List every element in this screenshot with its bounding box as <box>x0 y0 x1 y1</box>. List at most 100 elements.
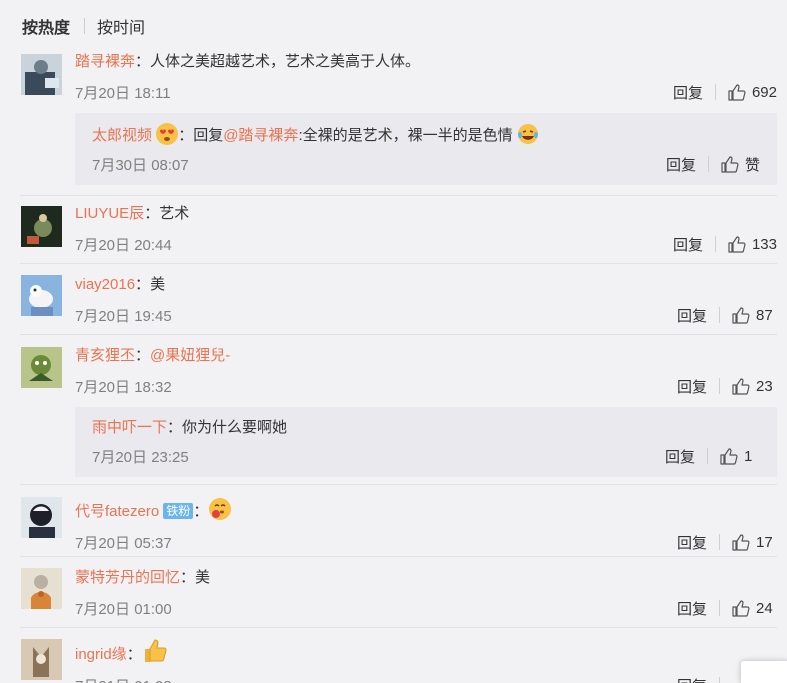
sub-reply-username[interactable]: 雨中吓一下 <box>92 419 167 436</box>
separator: ： <box>135 347 151 364</box>
reply-button[interactable]: 回复 <box>666 154 696 175</box>
kiss-face-emoji-icon <box>208 497 232 521</box>
sort-by-time-tab[interactable]: 按时间 <box>97 14 145 38</box>
separator: ： <box>144 205 160 222</box>
comment-username[interactable]: LIUYUE辰 <box>75 205 144 222</box>
avatar[interactable] <box>21 497 62 538</box>
reply-button[interactable]: 回复 <box>677 305 707 326</box>
comment-content: ingrid缘： <box>75 638 777 666</box>
sub-reply-username[interactable]: 太郎视频 <box>92 127 152 144</box>
thumbs-up-icon <box>721 155 739 173</box>
like-button[interactable]: 1 <box>720 448 760 465</box>
separator: ： <box>193 503 209 520</box>
mention-link[interactable]: @果妞狸兒- <box>150 347 230 364</box>
avatar[interactable] <box>21 206 62 247</box>
reply-button[interactable]: 回复 <box>665 446 695 467</box>
avatar[interactable] <box>21 347 62 388</box>
reply-button[interactable]: 回复 <box>677 376 707 397</box>
reply-button[interactable]: 回复 <box>677 598 707 619</box>
sort-divider <box>84 18 86 34</box>
sub-reply: 雨中吓一下：你为什么要啊她 7月20日 23:25 回复 1 <box>75 407 777 477</box>
mention-link[interactable]: @踏寻裸奔 <box>223 127 298 144</box>
action-divider <box>719 600 720 616</box>
like-button[interactable]: 赞 <box>721 154 760 175</box>
comment-username[interactable]: 踏寻裸奔 <box>75 53 135 70</box>
avatar[interactable] <box>21 639 62 680</box>
comment-time: 7月20日 20:44 <box>75 236 172 254</box>
like-count: 1 <box>744 447 753 465</box>
action-divider <box>719 677 720 683</box>
comment-time: 7月20日 18:32 <box>75 378 172 396</box>
floating-widget-button[interactable] <box>741 661 787 683</box>
comment-time: 7月20日 19:45 <box>75 307 172 325</box>
comment-username[interactable]: ingrid缘 <box>75 646 127 663</box>
like-button[interactable]: 87 <box>732 307 777 324</box>
comment-time: 7月20日 05:37 <box>75 534 172 552</box>
action-divider <box>707 156 709 172</box>
comment-username[interactable]: 代号fatezero <box>75 503 159 520</box>
comment-item: 蒙特芳丹的回忆：美 7月20日 01:00 回复 24 <box>20 557 777 628</box>
reply-prefix: ：回复 <box>178 127 224 144</box>
sort-bar: 按热度 按时间 <box>22 14 145 38</box>
like-count: 692 <box>751 83 777 101</box>
thumbs-up-icon <box>728 83 746 101</box>
separator: ： <box>135 276 151 293</box>
sort-by-hot-tab[interactable]: 按热度 <box>22 14 70 38</box>
sub-reply-content: 雨中吓一下：你为什么要啊她 <box>92 417 760 439</box>
avatar[interactable] <box>21 275 62 316</box>
comment-text: 人体之美超越艺术，艺术之美高于人体。 <box>150 53 421 70</box>
separator: ： <box>126 646 142 663</box>
separator: ： <box>135 53 151 70</box>
comment-time: 7月20日 18:11 <box>75 84 171 102</box>
thumbs-up-icon <box>732 377 750 395</box>
thumbs-up-icon <box>732 533 750 551</box>
like-button[interactable]: 23 <box>732 378 777 395</box>
thumbs-up-icon <box>720 447 738 465</box>
avatar[interactable] <box>21 568 62 609</box>
like-button[interactable]: 133 <box>728 236 777 253</box>
like-button[interactable]: 692 <box>728 84 777 101</box>
separator: ： <box>167 419 183 436</box>
like-count: 87 <box>756 306 773 324</box>
comment-content: 蒙特芳丹的回忆：美 <box>75 567 777 589</box>
comment-username[interactable]: 蒙特芳丹的回忆 <box>75 569 180 586</box>
comment-time: 7月21日 01:08 <box>75 675 172 683</box>
comment-list: 踏寻裸奔：人体之美超越艺术，艺术之美高于人体。 7月20日 18:11 回复 6… <box>20 44 777 683</box>
comment-time: 7月20日 01:00 <box>75 600 172 618</box>
comment-item: LIUYUE辰：艺术 7月20日 20:44 回复 133 <box>20 196 777 264</box>
like-count: 24 <box>756 599 773 617</box>
comment-item: 青亥狸丕：@果妞狸兒- 7月20日 18:32 回复 23 雨中吓一下：你为什么… <box>20 335 777 485</box>
comment-text: 美 <box>150 276 166 293</box>
comment-text: 艺术 <box>159 205 190 222</box>
laughing-tears-emoji-icon <box>517 123 539 145</box>
comment-item: 代号fatezero 铁粉： 7月20日 05:37 回复 17 <box>20 485 777 557</box>
like-count: 17 <box>756 533 773 551</box>
sub-reply-text: 你为什么要啊她 <box>182 419 288 436</box>
action-divider <box>714 84 716 100</box>
comment-username[interactable]: 青亥狸丕 <box>75 347 135 364</box>
like-button[interactable]: 24 <box>732 600 777 617</box>
sub-reply-content: 太郎视频 ：回复@踏寻裸奔:全裸的是艺术，裸一半的是色情 <box>92 123 760 147</box>
thumbs-up-emoji-icon <box>142 638 168 664</box>
fan-badge: 铁粉 <box>163 503 194 519</box>
sub-reply-time: 7月20日 23:25 <box>92 448 189 466</box>
comment-username[interactable]: viay2016 <box>75 276 135 293</box>
love-face-emoji-icon <box>156 123 179 145</box>
sub-reply-time: 7月30日 08:07 <box>92 156 189 174</box>
like-count: 133 <box>751 235 777 253</box>
separator: ： <box>180 569 196 586</box>
avatar[interactable] <box>21 54 62 95</box>
reply-button[interactable]: 回复 <box>673 82 703 103</box>
thumbs-up-icon <box>732 306 750 324</box>
like-button[interactable]: 17 <box>732 534 777 551</box>
comment-content: 踏寻裸奔：人体之美超越艺术，艺术之美高于人体。 <box>75 51 777 73</box>
reply-button[interactable]: 回复 <box>677 532 707 553</box>
thumbs-up-icon <box>728 235 746 253</box>
comment-item: ingrid缘： 7月21日 01:08 回复 <box>20 628 777 683</box>
comment-item: viay2016：美 7月20日 19:45 回复 87 <box>20 264 777 335</box>
sub-reply-text: :全裸的是艺术，裸一半的是色情 <box>298 127 513 144</box>
action-divider <box>719 307 720 323</box>
action-divider <box>719 378 720 394</box>
reply-button[interactable]: 回复 <box>673 234 703 255</box>
reply-button[interactable]: 回复 <box>677 675 707 683</box>
